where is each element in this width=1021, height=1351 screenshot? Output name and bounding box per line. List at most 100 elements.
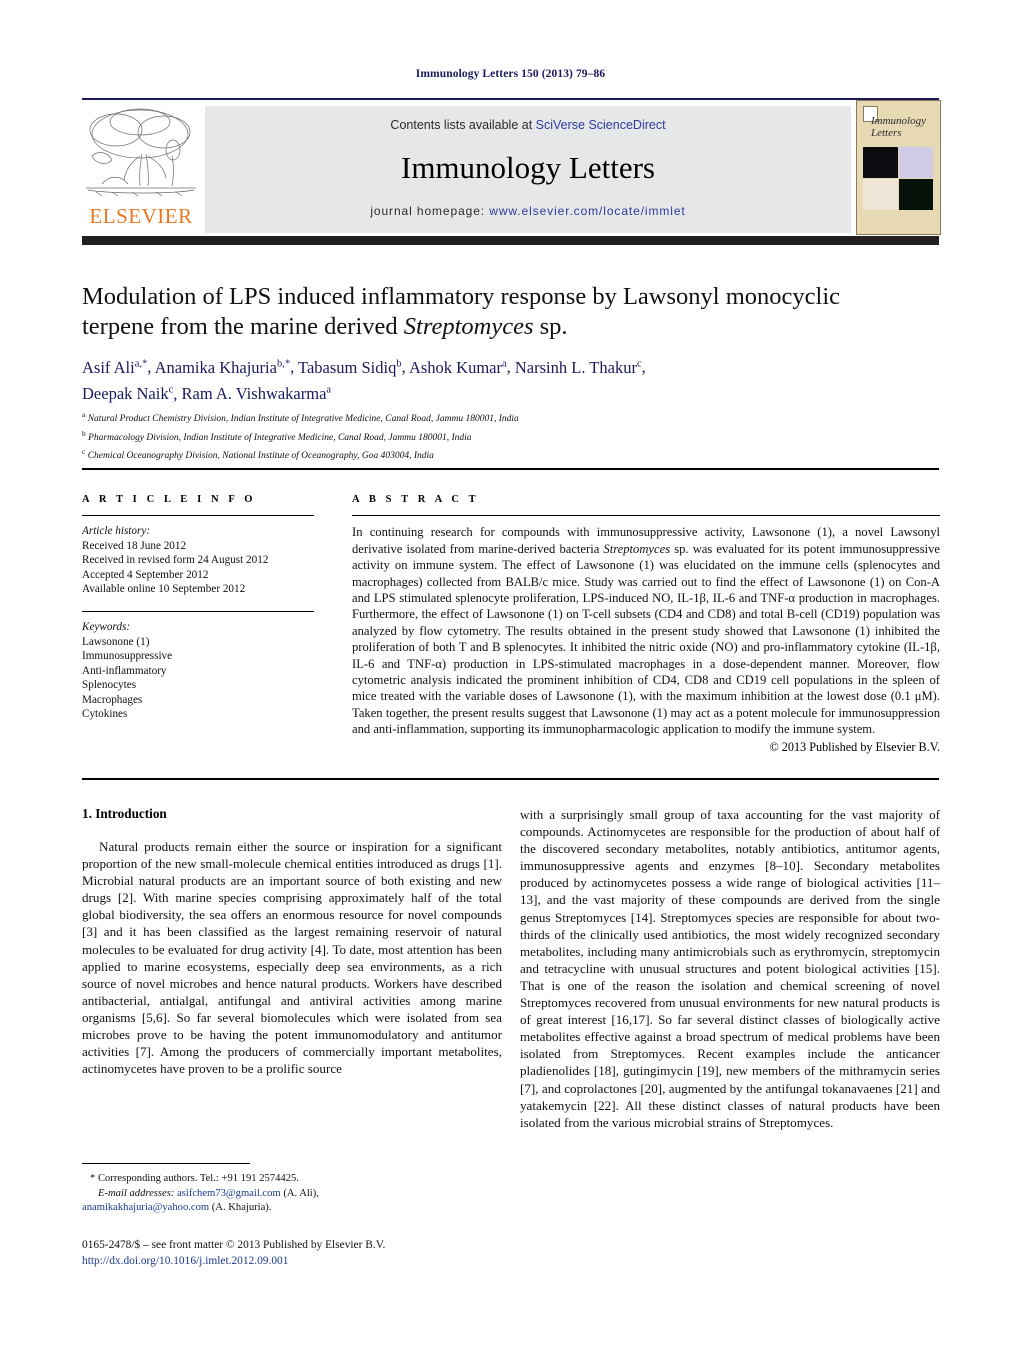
doi-link[interactable]: http://dx.doi.org/10.1016/j.imlet.2012.0… <box>82 1254 542 1270</box>
issn-front-matter: 0165-2478/$ – see front matter © 2013 Pu… <box>82 1239 386 1251</box>
title-line-2-prefix: terpene from the marine derived <box>82 313 404 340</box>
email-owner-1: (A. Ali), <box>280 1187 319 1199</box>
affiliation-0-marker: a <box>82 410 86 419</box>
affiliation-2-text: Chemical Oceanography Division, National… <box>87 451 434 462</box>
keyword-item: Splenocytes <box>82 679 137 692</box>
author-0-affil-marker: a,* <box>134 358 148 369</box>
journal-homepage-link[interactable]: www.elsevier.com/locate/immlet <box>489 204 685 218</box>
section-heading-introduction: 1. Introduction <box>82 806 167 821</box>
author-0-name: Asif Ali <box>82 357 135 377</box>
affiliation-2-marker: c <box>82 447 86 457</box>
article-info-rule <box>82 515 314 517</box>
cover-artwork: Immunology Letters <box>857 101 940 234</box>
journal-band: Contents lists available at SciVerse Sci… <box>205 106 851 233</box>
article-history-item: Received in revised form 24 August 2012 <box>82 554 269 567</box>
running-head: Immunology Letters 150 (2013) 79–86 <box>415 68 606 80</box>
email-note-2: anamikakhajuria@yahoo.com (A. Khajuria). <box>82 1201 502 1216</box>
article-history-item: Available online 10 September 2012 <box>82 583 246 596</box>
author-6-name: Ram A. Vishwakarma <box>181 384 327 403</box>
cover-image-2 <box>898 147 933 178</box>
affiliation-item: b Pharmacology Division, Indian Institut… <box>82 427 942 446</box>
sciencedirect-link[interactable]: SciVerse ScienceDirect <box>536 118 666 132</box>
author-4-affil-marker: c <box>636 358 642 369</box>
abstract-rule <box>352 515 940 517</box>
cover-footer-text <box>863 213 933 227</box>
author-6: Ram A. Vishwakarmaa <box>182 384 332 403</box>
elsevier-logo: ELSEVIER <box>82 104 200 234</box>
cover-journal-name: Immunology Letters <box>871 115 926 139</box>
author-1-name: Anamika Khajuria <box>154 357 277 377</box>
email-note: E-mail addresses: asifchem73@gmail.com (… <box>82 1187 502 1202</box>
keywords-rule <box>82 610 314 613</box>
keyword-item: Macrophages <box>82 693 143 706</box>
email-owner-2: (A. Khajuria). <box>209 1202 272 1214</box>
body-column-right: with a surprisingly small group of taxa … <box>520 806 940 1131</box>
journal-cover-thumbnail: Immunology Letters <box>856 100 941 235</box>
article-history-item: Received 18 June 2012 <box>82 539 187 552</box>
keyword-item: Lawsonone (1) <box>82 635 150 648</box>
affiliation-list: a Natural Product Chemistry Division, In… <box>82 408 942 464</box>
cover-image-grid <box>863 147 933 210</box>
article-history-block: Article history: Received 18 June 2012 R… <box>82 524 314 597</box>
article-history-item: Accepted 4 September 2012 <box>82 568 209 581</box>
corresponding-author-note: * Corresponding authors. Tel.: +91 191 2… <box>90 1173 299 1184</box>
author-2-affil-marker: b <box>396 358 402 369</box>
contents-prefix: Contents lists available at <box>390 118 536 132</box>
homepage-prefix: journal homepage: <box>370 204 490 218</box>
abstract-part-2: sp. was evaluated for its potent immunos… <box>352 541 940 737</box>
article-info-column: A R T I C L E I N F O Article history: R… <box>82 494 314 722</box>
email-label: E-mail addresses: <box>98 1187 175 1199</box>
cover-image-3 <box>863 179 898 210</box>
title-line-1: Modulation of LPS induced inflammatory r… <box>82 283 841 310</box>
title-genus-italic: Streptomyces <box>403 313 534 340</box>
author-1-affil-marker: b,* <box>276 358 291 369</box>
body-column-left: 1. Introduction Natural products remain … <box>82 806 502 1077</box>
author-list: Asif Alia,*, Anamika Khajuriab,*, Tabasu… <box>82 357 646 404</box>
abstract-text: In continuing research for compounds wit… <box>352 524 940 737</box>
cover-image-4 <box>898 179 933 210</box>
author-5: Deepak Naikc <box>82 384 173 403</box>
abstract-column: A B S T R A C T In continuing research f… <box>352 494 940 755</box>
keywords-block: Keywords: Lawsonone (1) Immunosuppressiv… <box>82 620 314 722</box>
affiliation-item: a Natural Product Chemistry Division, In… <box>82 408 942 427</box>
masthead-top-rule <box>82 98 939 100</box>
author-2-name: Tabasum Sidiq <box>298 357 397 377</box>
abstract-heading: A B S T R A C T <box>352 494 480 505</box>
email-link-1[interactable]: asifchem73@gmail.com <box>177 1188 281 1199</box>
keyword-item: Cytokines <box>82 708 128 721</box>
author-4: Narsinh L. Thakurc <box>515 358 642 377</box>
journal-homepage-line: journal homepage: www.elsevier.com/locat… <box>205 204 851 218</box>
author-0: Asif Alia,* <box>82 358 147 377</box>
author-5-name: Deepak Naik <box>82 384 169 403</box>
title-line-2-suffix: sp. <box>533 313 568 340</box>
page-title: Modulation of LPS induced inflammatory r… <box>82 282 942 342</box>
article-page: Immunology Letters 150 (2013) 79–86 ELSE… <box>0 0 1021 1351</box>
intro-paragraph-right: with a surprisingly small group of taxa … <box>520 807 940 1130</box>
footnote-divider <box>82 1163 250 1164</box>
journal-title: Immunology Letters <box>401 150 655 185</box>
author-3-name: Ashok Kumar <box>408 357 502 377</box>
issn-block: 0165-2478/$ – see front matter © 2013 Pu… <box>82 1238 542 1269</box>
author-3-affil-marker: a <box>501 358 507 369</box>
intro-paragraph-left: Natural products remain either the sourc… <box>82 839 502 1077</box>
affiliation-item: c Chemical Oceanography Division, Nation… <box>82 445 942 464</box>
affiliation-1-marker: b <box>82 428 86 438</box>
journal-masthead: ELSEVIER Contents lists available at Sci… <box>82 98 941 245</box>
elsevier-wordmark: ELSEVIER <box>89 204 193 228</box>
affiliation-0-text: Natural Product Chemistry Division, Indi… <box>87 414 519 425</box>
article-history-label: Article history: <box>82 525 151 538</box>
abstract-copyright: © 2013 Published by Elsevier B.V. <box>769 739 940 754</box>
author-3: Ashok Kumara <box>409 358 507 377</box>
author-2: Tabasum Sidiqb <box>298 358 402 377</box>
keyword-item: Anti-inflammatory <box>82 664 167 677</box>
masthead-bottom-bar <box>82 236 939 245</box>
article-info-heading: A R T I C L E I N F O <box>82 494 257 505</box>
keywords-label: Keywords: <box>82 621 131 634</box>
email-link-2[interactable]: anamikakhajuria@yahoo.com <box>82 1202 209 1213</box>
footnote-block: * Corresponding authors. Tel.: +91 191 2… <box>82 1172 502 1216</box>
affiliation-1-text: Pharmacology Division, Indian Institute … <box>88 432 472 443</box>
contents-available-line: Contents lists available at SciVerse Sci… <box>205 118 851 132</box>
cover-image-1 <box>863 147 898 178</box>
author-1: Anamika Khajuriab,* <box>155 358 290 377</box>
